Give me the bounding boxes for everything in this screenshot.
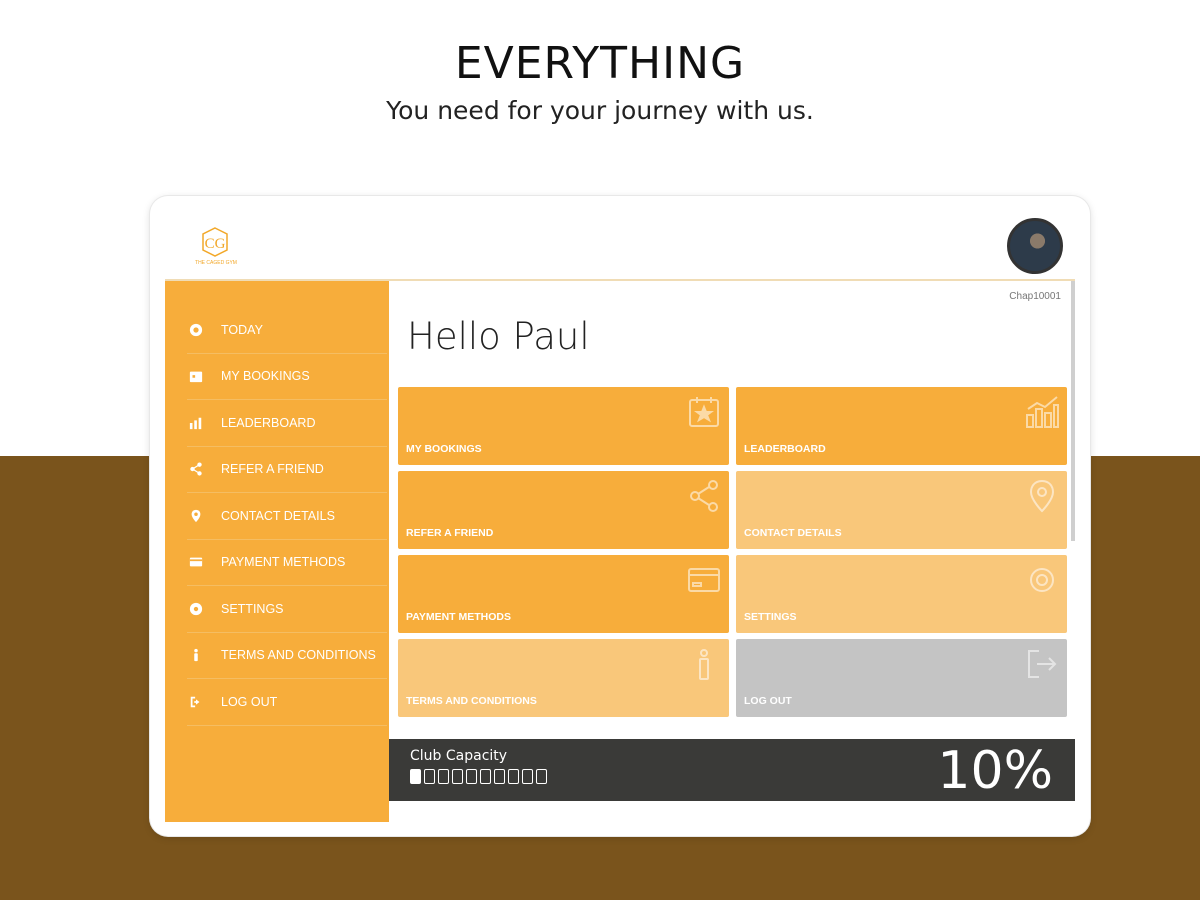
sidebar-item-log-out[interactable]: LOG OUT xyxy=(187,679,387,726)
info-icon xyxy=(187,646,205,664)
info-icon xyxy=(687,647,721,681)
tile-label: LEADERBOARD xyxy=(744,443,826,455)
tile-contact-details[interactable]: CONTACT DETAILS xyxy=(736,471,1067,549)
tile-leaderboard[interactable]: LEADERBOARD xyxy=(736,387,1067,465)
gear-icon xyxy=(187,600,205,618)
app-screen: CG THE CAGED GYM TODAY MY BOOKINGS LEADERB… xyxy=(165,210,1075,822)
tile-terms-and-conditions[interactable]: TERMS AND CONDITIONS xyxy=(398,639,729,717)
hero-title: EVERYTHING xyxy=(454,38,746,89)
tile-payment-methods[interactable]: PAYMENT METHODS xyxy=(398,555,729,633)
sidebar-item-label: TERMS AND CONDITIONS xyxy=(221,648,376,663)
sidebar-item-label: TODAY xyxy=(221,322,263,337)
capacity-segment xyxy=(438,769,449,784)
capacity-segment xyxy=(494,769,505,784)
user-avatar[interactable] xyxy=(1007,218,1063,274)
bar-chart-icon xyxy=(1025,395,1059,429)
capacity-segment xyxy=(508,769,519,784)
capacity-meter xyxy=(410,769,547,784)
sidebar-item-label: MY BOOKINGS xyxy=(221,369,310,384)
sidebar-item-leaderboard[interactable]: LEADERBOARD xyxy=(187,400,387,447)
credit-card-icon xyxy=(687,563,721,597)
club-capacity-panel: Club Capacity 10% xyxy=(389,739,1075,801)
svg-text:CG: CG xyxy=(205,236,226,252)
globe-icon xyxy=(187,321,205,339)
main-panel: Chap10001 Hello Paul MY BOOKINGS LEADERBO… xyxy=(389,281,1075,822)
tile-my-bookings[interactable]: MY BOOKINGS xyxy=(398,387,729,465)
user-code: Chap10001 xyxy=(1009,291,1061,302)
svg-text:THE CAGED GYM: THE CAGED GYM xyxy=(195,260,237,266)
share-icon xyxy=(187,460,205,478)
credit-card-icon xyxy=(187,553,205,571)
capacity-segment xyxy=(410,769,421,784)
calendar-star-icon xyxy=(687,395,721,429)
tile-label: TERMS AND CONDITIONS xyxy=(406,695,537,707)
location-pin-icon xyxy=(1025,479,1059,513)
capacity-segment xyxy=(452,769,463,784)
sidebar-item-terms-and-conditions[interactable]: TERMS AND CONDITIONS xyxy=(187,633,387,679)
logout-icon xyxy=(1025,647,1059,681)
tile-label: PAYMENT METHODS xyxy=(406,611,512,623)
sidebar-item-label: CONTACT DETAILS xyxy=(221,508,335,523)
gear-icon xyxy=(1025,563,1059,597)
sidebar-item-contact-details[interactable]: CONTACT DETAILS xyxy=(187,493,387,540)
sidebar-item-label: PAYMENT METHODS xyxy=(221,555,346,570)
tile-settings[interactable]: SETTINGS xyxy=(736,555,1067,633)
capacity-value: 10% xyxy=(937,741,1053,801)
sidebar-item-label: REFER A FRIEND xyxy=(221,462,324,477)
sidebar-item-settings[interactable]: SETTINGS xyxy=(187,586,387,633)
sidebar: TODAY MY BOOKINGS LEADERBOARD REFER A FRIEN… xyxy=(165,281,389,822)
sidebar-item-my-bookings[interactable]: MY BOOKINGS xyxy=(187,354,387,400)
hero-subtitle: You need for your journey with us. xyxy=(386,96,814,125)
chart-icon xyxy=(187,414,205,432)
capacity-segment xyxy=(424,769,435,784)
logout-icon xyxy=(187,693,205,711)
location-pin-icon xyxy=(187,507,205,525)
capacity-label: Club Capacity xyxy=(410,748,508,764)
sidebar-item-payment-methods[interactable]: PAYMENT METHODS xyxy=(187,540,387,586)
sidebar-item-today[interactable]: TODAY xyxy=(187,307,387,354)
sidebar-item-label: LOG OUT xyxy=(221,694,278,709)
tile-label: CONTACT DETAILS xyxy=(744,527,842,539)
top-bar: CG THE CAGED GYM xyxy=(165,210,1075,281)
tile-label: SETTINGS xyxy=(744,611,797,623)
capacity-segment xyxy=(536,769,547,784)
sidebar-item-refer-a-friend[interactable]: REFER A FRIEND xyxy=(187,447,387,493)
sidebar-item-label: LEADERBOARD xyxy=(221,415,316,430)
scrollbar[interactable] xyxy=(1071,281,1075,541)
tile-label: REFER A FRIEND xyxy=(406,527,494,539)
capacity-segment xyxy=(466,769,477,784)
capacity-segment xyxy=(480,769,491,784)
greeting: Hello Paul xyxy=(407,315,590,358)
share-icon xyxy=(687,479,721,513)
tile-label: MY BOOKINGS xyxy=(406,443,482,455)
tile-refer-a-friend[interactable]: REFER A FRIEND xyxy=(398,471,729,549)
calendar-icon xyxy=(187,367,205,385)
sidebar-item-label: SETTINGS xyxy=(221,601,284,616)
brand-logo[interactable]: CG THE CAGED GYM xyxy=(181,224,251,270)
capacity-segment xyxy=(522,769,533,784)
tile-log-out[interactable]: LOG OUT xyxy=(736,639,1067,717)
tile-label: LOG OUT xyxy=(744,695,792,707)
